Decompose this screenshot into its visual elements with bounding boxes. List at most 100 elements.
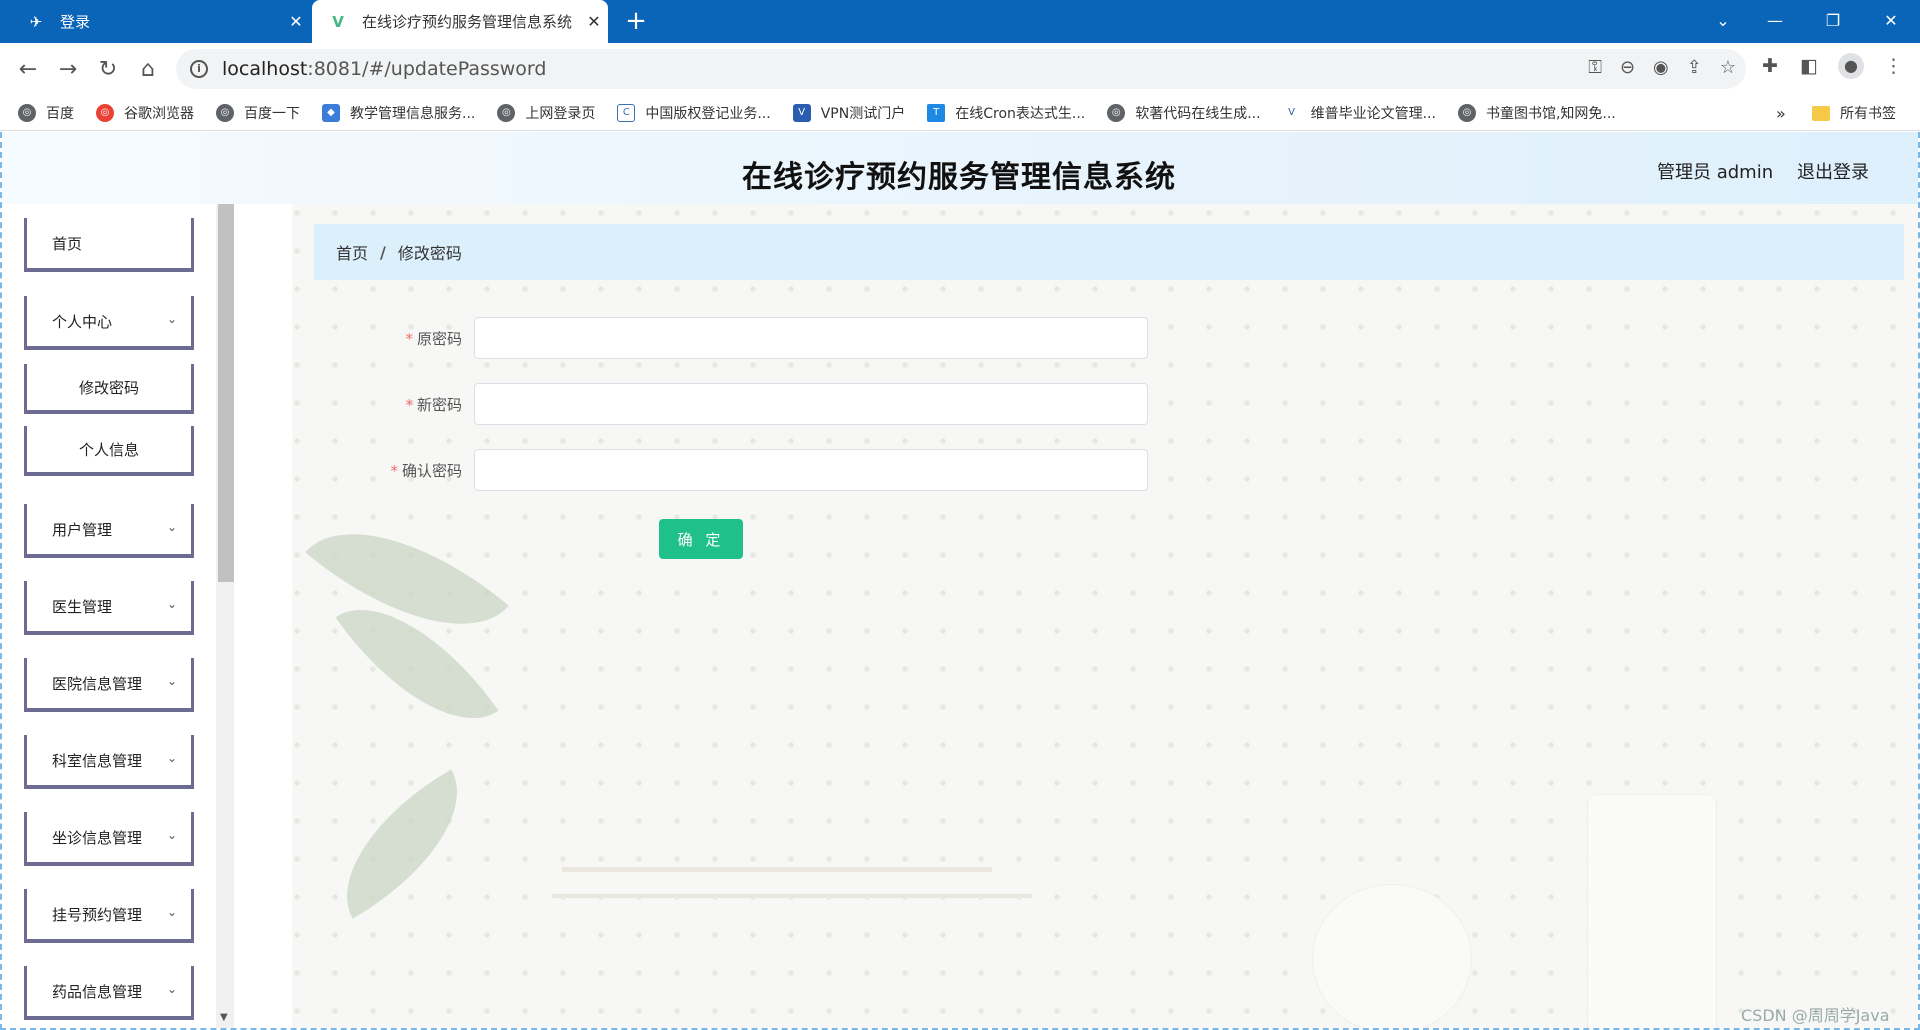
vase-decoration	[1587, 794, 1717, 1028]
new-password-row: * 新密码	[330, 383, 1148, 425]
url-text[interactable]: localhost:8081/#/updatePassword	[222, 58, 546, 80]
bookmark-item[interactable]: C 中国版权登记业务...	[617, 103, 771, 123]
plant-leaf-decoration	[312, 769, 492, 919]
bookmarks-bar: ◎ 百度 ◎ 谷歌浏览器 ◎ 百度一下 ◆ 教学管理信息服务... ◎ 上网登录页 C 中国…	[0, 95, 1920, 131]
web-page: 在线诊疗预约服务管理信息系统 管理员 admin 退出登录 首页 个人中心 ⌄ 修…	[0, 132, 1920, 1030]
chevron-down-icon: ⌄	[166, 751, 177, 765]
star-icon[interactable]: ☆	[1720, 57, 1736, 78]
sidebar-item-appointments[interactable]: 挂号预约管理 ⌄	[24, 889, 194, 943]
chevron-down-icon: ⌄	[166, 982, 177, 996]
browser-toolbar: ← → ↻ ⌂ i localhost:8081/#/updatePasswor…	[0, 43, 1920, 95]
sidebar-scrollbar-thumb[interactable]	[218, 204, 234, 582]
profile-icon[interactable]: ●	[1838, 53, 1864, 79]
vue-icon: V	[332, 12, 344, 31]
extensions-icon[interactable]: ✚	[1762, 55, 1778, 77]
share-icon[interactable]: ⇪	[1687, 57, 1702, 78]
breadcrumb-home[interactable]: 首页	[336, 240, 368, 264]
globe-icon: ◎	[497, 103, 516, 122]
sidebar-item-profile[interactable]: 个人信息	[24, 426, 194, 476]
globe-icon: ◎	[18, 103, 36, 122]
bookmark-item[interactable]: T 在线Cron表达式生...	[927, 103, 1085, 123]
sidepanel-icon[interactable]: ◧	[1800, 55, 1818, 77]
reload-icon[interactable]: ↻	[92, 53, 124, 85]
sidebar-item-clinic-schedule[interactable]: 坐诊信息管理 ⌄	[24, 812, 194, 866]
shelf-decoration	[562, 867, 992, 872]
chevron-down-icon: ⌄	[166, 828, 177, 842]
new-tab-button[interactable]: +	[620, 6, 652, 36]
bookmark-item[interactable]: ◎ 上网登录页	[497, 103, 595, 123]
back-icon[interactable]: ←	[12, 53, 44, 85]
confirm-password-row: * 确认密码	[330, 449, 1148, 491]
confirm-button[interactable]: 确 定	[659, 519, 743, 559]
tab-login[interactable]: ✈ 登录 ✕	[10, 0, 310, 43]
sidebar-item-personal-center[interactable]: 个人中心 ⌄	[24, 296, 194, 350]
sidebar-item-users[interactable]: 用户管理 ⌄	[24, 504, 194, 558]
sidebar-item-hospitals[interactable]: 医院信息管理 ⌄	[24, 658, 194, 712]
eye-off-icon[interactable]: ◉	[1653, 57, 1669, 78]
copyright-icon: C	[617, 103, 636, 122]
sidebar-item-departments[interactable]: 科室信息管理 ⌄	[24, 735, 194, 789]
browser-tab-strip: ✈ 登录 ✕ V 在线诊疗预约服务管理信息系统 ✕ + ⌄ — ❐ ✕	[0, 0, 1920, 43]
window-close-icon[interactable]: ✕	[1868, 0, 1914, 40]
bookmark-item[interactable]: ◎ 谷歌浏览器	[96, 103, 194, 123]
menu-icon[interactable]: ⋮	[1884, 55, 1903, 77]
confirm-password-label: * 确认密码	[390, 461, 462, 480]
sidebar-item-doctors[interactable]: 医生管理 ⌄	[24, 581, 194, 635]
site-info-icon[interactable]: i	[190, 60, 208, 78]
globe-icon: ◎	[1457, 103, 1476, 122]
old-password-field[interactable]	[474, 317, 1148, 359]
cron-icon: T	[927, 103, 946, 122]
new-password-field[interactable]	[474, 383, 1148, 425]
omnibox-actions: ⚿ ⊖ ◉ ⇪ ☆	[1588, 57, 1736, 78]
minimize-icon[interactable]: —	[1752, 0, 1798, 40]
new-password-label: * 新密码	[405, 395, 462, 414]
old-password-label: * 原密码	[405, 329, 462, 348]
bookmark-item[interactable]: ◎ 书童图书馆,知网免...	[1457, 103, 1616, 123]
chevron-down-icon: ⌄	[166, 905, 177, 919]
main-content: 首页 / 修改密码 * 原密码 * 新密码 * 确认密码 确 定	[234, 204, 1918, 1028]
breadcrumb-current: 修改密码	[397, 244, 462, 263]
sidebar-item-home[interactable]: 首页	[24, 218, 194, 272]
chevron-down-icon: ⌄	[166, 597, 177, 611]
old-password-row: * 原密码	[330, 317, 1148, 359]
page-icon: ✈	[29, 12, 43, 31]
bookmark-item[interactable]: ◎ 软著代码在线生成...	[1107, 103, 1261, 123]
breadcrumb: 首页 / 修改密码	[314, 224, 1904, 280]
tab-search-icon[interactable]: ⌄	[1700, 0, 1746, 40]
logout-link[interactable]: 退出登录	[1797, 158, 1869, 184]
bookmarks-overflow-button[interactable]: »	[1776, 104, 1786, 123]
watermark: CSDN @周周学Java	[1741, 1006, 1890, 1025]
all-bookmarks-button[interactable]: 所有书签	[1812, 95, 1896, 131]
bookmark-item[interactable]: ◆ 教学管理信息服务...	[322, 103, 475, 123]
home-icon[interactable]: ⌂	[132, 53, 164, 85]
scroll-down-icon[interactable]: ▼	[220, 1012, 228, 1023]
forward-icon[interactable]: →	[52, 53, 84, 85]
globe-icon: ◎	[216, 103, 234, 122]
chevron-down-icon: ⌄	[166, 312, 177, 326]
breadcrumb-separator: /	[380, 242, 386, 262]
bookmark-item[interactable]: ◎ 百度一下	[216, 103, 300, 123]
sidebar-item-change-password[interactable]: 修改密码	[24, 364, 194, 414]
close-icon[interactable]: ✕	[282, 12, 310, 31]
shelf-decoration	[552, 894, 1032, 898]
sidebar-item-medicines[interactable]: 药品信息管理 ⌄	[24, 966, 194, 1020]
zoom-icon[interactable]: ⊖	[1620, 57, 1635, 78]
app-title: 在线诊疗预约服务管理信息系统	[742, 160, 1176, 195]
bookmark-item[interactable]: ◎ 百度	[18, 103, 74, 123]
bookmark-item[interactable]: V 维普毕业论文管理...	[1282, 103, 1436, 123]
restore-icon[interactable]: ❐	[1810, 0, 1856, 40]
school-icon: ◆	[322, 103, 340, 122]
globe-icon: ◎	[1107, 103, 1126, 122]
tab-title: 登录	[60, 13, 91, 31]
key-icon[interactable]: ⚿	[1588, 57, 1602, 78]
bowl-decoration	[1312, 884, 1472, 1028]
address-bar[interactable]: i localhost:8081/#/updatePassword ⚿ ⊖ ◉ …	[176, 49, 1746, 89]
close-icon[interactable]: ✕	[580, 12, 608, 31]
bookmark-item[interactable]: V VPN测试门户	[792, 103, 905, 123]
confirm-password-field[interactable]	[474, 449, 1148, 491]
tab-title: 在线诊疗预约服务管理信息系统	[362, 13, 573, 31]
tab-current[interactable]: V 在线诊疗预约服务管理信息系统 ✕	[312, 0, 608, 43]
app-header: 在线诊疗预约服务管理信息系统 管理员 admin 退出登录	[2, 132, 1918, 204]
chrome-icon: ◎	[96, 103, 114, 122]
vip-icon: V	[1282, 103, 1301, 122]
